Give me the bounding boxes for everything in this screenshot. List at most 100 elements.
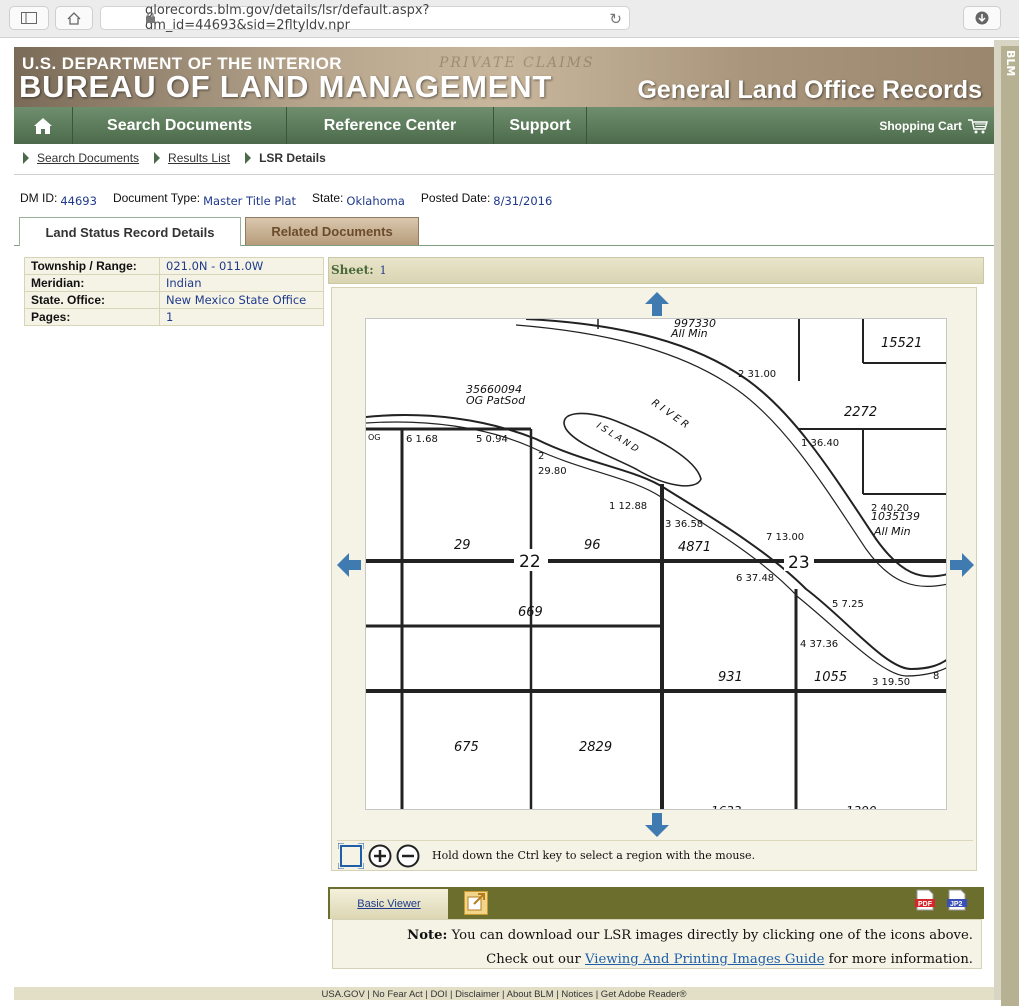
page: PRIVATE CLAIMS U.S. DEPARTMENT OF THE IN… — [14, 47, 994, 1000]
dm-id-value: 44693 — [60, 194, 97, 208]
select-region-icon[interactable] — [338, 842, 364, 869]
map-label: 4871 — [678, 540, 711, 555]
map-label: 15521 — [881, 336, 922, 351]
nav-support[interactable]: Support — [494, 107, 587, 144]
sidebar-icon — [21, 12, 37, 24]
section-number: 22 — [519, 552, 541, 572]
map-label: 4 37.36 — [800, 639, 838, 650]
meridian-value: Indian — [159, 274, 324, 292]
map-label: 96 — [584, 538, 601, 553]
address-bar[interactable]: glorecords.blm.gov/details/lsr/default.a… — [100, 3, 630, 33]
lock-icon — [146, 12, 155, 23]
browser-toolbar: glorecords.blm.gov/details/lsr/default.a… — [0, 0, 1019, 38]
section-number: 23 — [788, 553, 810, 573]
nav-home[interactable] — [14, 107, 73, 144]
table-row: Meridian: Indian — [24, 274, 324, 292]
map-label: 1 12.88 — [609, 501, 647, 512]
map-label: 3 36.58 — [665, 519, 703, 530]
note-post: for more information. — [828, 952, 973, 967]
map-label: OG — [368, 433, 381, 442]
map-label: 2 31.00 — [738, 369, 776, 380]
downloads-button[interactable] — [963, 6, 1001, 30]
map-label: 3 19.50 — [872, 677, 910, 688]
pan-down-arrow-icon[interactable] — [644, 812, 670, 838]
url-text: glorecords.blm.gov/details/lsr/default.a… — [145, 3, 430, 33]
viewer-hint: Hold down the Ctrl key to select a regio… — [432, 849, 756, 862]
footer-links[interactable]: USA.GOV | No Fear Act | DOI | Disclaimer… — [14, 987, 994, 1000]
breadcrumb-search-documents[interactable]: Search Documents — [37, 151, 139, 165]
doc-type-label: Document Type: — [112, 191, 201, 205]
dm-id-label: DM ID: — [20, 191, 58, 205]
map-label: I S L A N D — [594, 421, 640, 455]
agency-title[interactable]: BUREAU OF LAND MANAGEMENT — [19, 69, 552, 105]
open-external-button[interactable] — [464, 891, 488, 915]
document-info: DM ID: 44693 Document Type: Master Title… — [20, 191, 568, 208]
zoom-in-icon[interactable] — [368, 844, 392, 868]
meridian-label: Meridian: — [24, 274, 160, 292]
pan-right-arrow-icon[interactable] — [949, 552, 975, 578]
viewing-printing-guide-link[interactable]: Viewing And Printing Images Guide — [585, 952, 824, 967]
record-details-table: Township / Range: 021.0N - 011.0W Meridia… — [24, 257, 324, 326]
pan-left-arrow-icon[interactable] — [336, 552, 362, 578]
map-label: 2 — [538, 451, 544, 462]
nav-reference-center[interactable]: Reference Center — [287, 107, 494, 144]
state-value: Oklahoma — [346, 194, 405, 208]
map-label: 669 — [518, 605, 543, 620]
tab-related-documents[interactable]: Related Documents — [245, 217, 419, 246]
map-label: 29.80 — [538, 466, 567, 477]
map-label: 1633 — [711, 804, 742, 810]
doc-type-value: Master Title Plat — [203, 194, 297, 208]
pan-up-arrow-icon[interactable] — [644, 291, 670, 317]
township-range-label: Township / Range: — [24, 257, 160, 275]
map-label: 29 — [454, 538, 471, 553]
viewer-bottom-bar: Basic Viewer PDF JP2 — [328, 887, 984, 919]
download-note: Note: You can download our LSR images di… — [332, 919, 982, 969]
plat-map: 997330 All Min 15521 35660094 OG PatSod … — [366, 319, 946, 810]
pdf-label: PDF — [918, 901, 933, 908]
download-icon — [975, 11, 989, 25]
map-label: 2829 — [579, 740, 612, 755]
map-label: 8 — [933, 671, 939, 682]
map-label: 6 37.48 — [736, 573, 774, 584]
site-title[interactable]: General Land Office Records — [637, 76, 982, 105]
map-label: OG PatSod — [466, 394, 526, 407]
state-office-value: New Mexico State Office — [159, 291, 324, 309]
jp2-label: JP2 — [950, 901, 963, 908]
note-line-1: Note: You can download our LSR images di… — [333, 924, 973, 948]
sidebar-toggle-button[interactable] — [9, 6, 49, 30]
pages-value: 1 — [159, 308, 324, 326]
tab-land-status-record-details[interactable]: Land Status Record Details — [19, 217, 241, 246]
jp2-download-icon[interactable]: JP2 — [946, 889, 968, 911]
master-title-plat-image[interactable]: 997330 All Min 15521 35660094 OG PatSod … — [365, 318, 947, 810]
home-button[interactable] — [55, 6, 93, 30]
home-icon — [67, 11, 81, 25]
basic-viewer-link[interactable]: Basic Viewer — [330, 889, 448, 919]
table-row: Pages: 1 — [24, 308, 324, 326]
breadcrumb-current: LSR Details — [259, 151, 326, 165]
shopping-cart-link[interactable]: Shopping Cart — [879, 107, 988, 144]
map-label: 1055 — [814, 670, 847, 685]
map-label: 2 40.20 — [871, 503, 909, 514]
adjacent-window-edge: BLM — [994, 40, 1019, 1006]
breadcrumb-arrow-icon — [245, 152, 252, 164]
external-link-icon — [467, 893, 485, 911]
posted-date-value: 8/31/2016 — [493, 194, 553, 208]
pages-label: Pages: — [24, 308, 160, 326]
divider — [14, 174, 994, 175]
nav-search-documents[interactable]: Search Documents — [73, 107, 287, 144]
breadcrumb-results-list[interactable]: Results List — [168, 151, 230, 165]
viewer-toolbar: Hold down the Ctrl key to select a regio… — [337, 840, 973, 870]
map-label: R I V E R — [649, 397, 690, 431]
zoom-out-icon[interactable] — [396, 844, 420, 868]
note-text: You can download our LSR images directly… — [451, 928, 973, 943]
home-icon — [34, 117, 52, 134]
sheet-label: Sheet: — [331, 263, 374, 277]
note-line-2: Check out our Viewing And Printing Image… — [333, 948, 973, 972]
state-label: State: — [312, 191, 344, 205]
table-row: State. Office: New Mexico State Office — [24, 291, 324, 309]
pdf-download-icon[interactable]: PDF — [914, 889, 936, 911]
reload-icon[interactable]: ↻ — [609, 10, 622, 28]
main-nav: Search Documents Reference Center Suppor… — [14, 107, 994, 144]
breadcrumb: Search Documents Results List LSR Detail… — [20, 151, 326, 165]
map-label: 931 — [718, 670, 743, 685]
